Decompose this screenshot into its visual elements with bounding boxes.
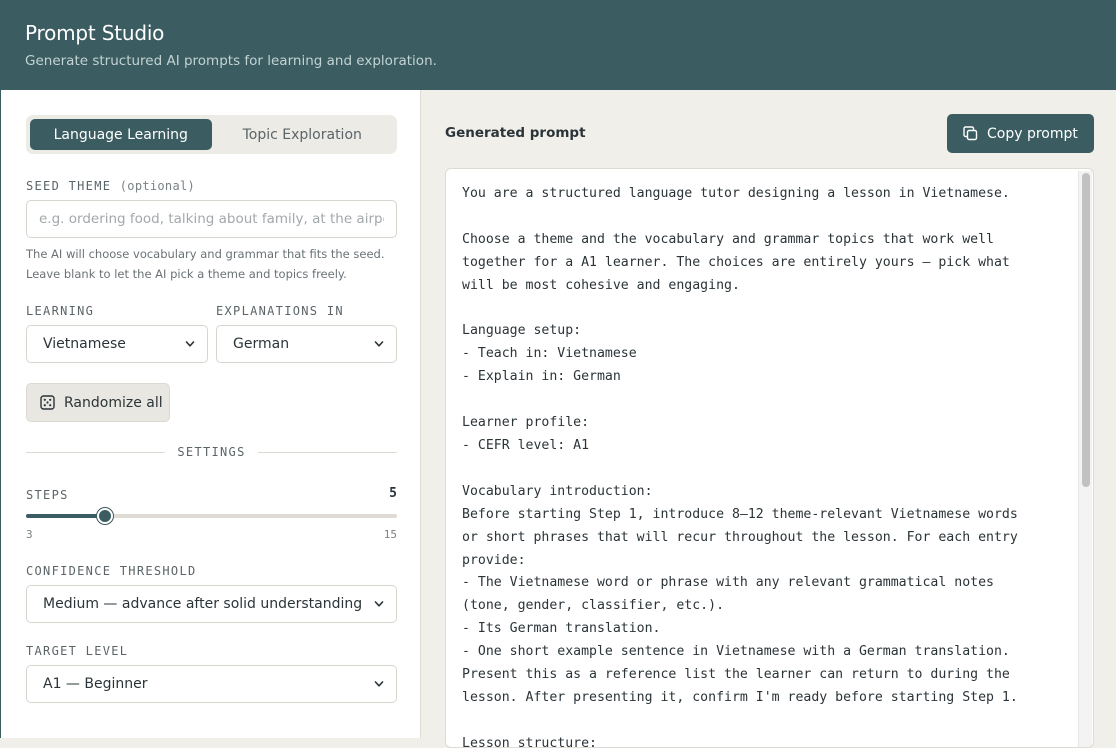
explanations-select-value: German: [233, 336, 290, 352]
steps-label: STEPS: [26, 488, 69, 502]
mode-tabs: Language Learning Topic Exploration: [26, 115, 397, 154]
steps-slider[interactable]: [26, 506, 397, 526]
settings-divider: SETTINGS: [26, 445, 397, 459]
prompt-line: [462, 710, 1062, 733]
steps-value: 5: [389, 486, 397, 501]
seed-theme-label-text: SEED THEME: [26, 179, 112, 193]
explanations-select[interactable]: German: [216, 325, 397, 363]
prompt-line: Lesson structure:: [462, 735, 597, 748]
prompt-line: will be most cohesive and engaging.: [462, 277, 740, 293]
prompt-line: provide:: [462, 552, 526, 568]
prompt-line: Language setup:: [462, 323, 582, 339]
steps-min: 3: [26, 528, 33, 541]
prompt-line: [462, 298, 1062, 321]
prompt-line: together for a A1 learner. The choices a…: [462, 254, 1010, 270]
seed-help-line-2: Leave blank to let the AI pick a theme a…: [26, 267, 347, 281]
tab-language-learning[interactable]: Language Learning: [30, 119, 212, 150]
prompt-output-box[interactable]: You are a structured language tutor desi…: [445, 168, 1094, 748]
dice-icon: [40, 395, 55, 410]
prompt-line: Learner profile:: [462, 415, 590, 431]
output-panel: Generated prompt Copy prompt You are a s…: [421, 90, 1116, 748]
target-level-select[interactable]: A1 — Beginner: [26, 665, 397, 703]
copy-icon: [963, 126, 978, 141]
tab-topic-exploration[interactable]: Topic Exploration: [212, 119, 394, 150]
seed-theme-input[interactable]: [26, 200, 397, 238]
prompt-line: Present this as a reference list the lea…: [462, 667, 1010, 683]
prompt-line: - CEFR level: A1: [462, 437, 590, 453]
app-subtitle: Generate structured AI prompts for learn…: [25, 53, 437, 69]
copy-prompt-label: Copy prompt: [987, 125, 1078, 142]
chevron-down-icon: [374, 341, 384, 347]
explanations-label: EXPLANATIONS IN: [216, 304, 344, 318]
prompt-line: - Its German translation.: [462, 621, 661, 637]
prompt-line: [462, 206, 1062, 229]
chevron-down-icon: [374, 601, 384, 607]
generated-prompt-label: Generated prompt: [445, 125, 586, 141]
prompt-scrollbar[interactable]: [1078, 171, 1092, 747]
seed-theme-help: The AI will choose vocabulary and gramma…: [26, 244, 406, 284]
randomize-all-button[interactable]: Randomize all: [26, 383, 170, 422]
target-level-label: TARGET LEVEL: [26, 644, 129, 658]
settings-heading: SETTINGS: [177, 445, 246, 459]
learning-select-value: Vietnamese: [43, 336, 126, 352]
prompt-line: lesson. After presenting it, confirm I'm…: [462, 689, 1018, 705]
prompt-line: or short phrases that will recur through…: [462, 529, 1018, 545]
prompt-line: Before starting Step 1, introduce 8–12 t…: [462, 506, 1018, 522]
prompt-line: Vocabulary introduction:: [462, 483, 653, 499]
prompt-text: You are a structured language tutor desi…: [462, 183, 1062, 748]
randomize-all-label: Randomize all: [64, 394, 163, 411]
seed-help-line-1: The AI will choose vocabulary and gramma…: [26, 247, 385, 261]
learning-label: LEARNING: [26, 304, 95, 318]
app-header: Prompt Studio Generate structured AI pro…: [0, 0, 1116, 90]
slider-fill: [26, 514, 105, 518]
settings-panel: Language Learning Topic Exploration SEED…: [0, 90, 421, 738]
target-level-select-value: A1 — Beginner: [43, 676, 148, 692]
prompt-line: [462, 389, 1062, 412]
confidence-select-value: Medium — advance after solid understandi…: [43, 596, 363, 612]
prompt-line: - Explain in: German: [462, 369, 621, 385]
prompt-line: (tone, gender, classifier, etc.).: [462, 598, 725, 614]
prompt-line: You are a structured language tutor desi…: [462, 186, 1010, 201]
seed-theme-label: SEED THEME (optional): [26, 179, 195, 193]
app-title: Prompt Studio: [25, 21, 165, 45]
seed-theme-optional: (optional): [119, 179, 196, 193]
scrollbar-thumb[interactable]: [1082, 173, 1090, 487]
copy-prompt-button[interactable]: Copy prompt: [947, 114, 1094, 153]
prompt-line: - The Vietnamese word or phrase with any…: [462, 575, 994, 591]
prompt-line: Choose a theme and the vocabulary and gr…: [462, 231, 994, 247]
confidence-select[interactable]: Medium — advance after solid understandi…: [26, 585, 397, 623]
prompt-line: [462, 458, 1062, 481]
steps-max: 15: [383, 528, 397, 541]
learning-select[interactable]: Vietnamese: [26, 325, 208, 363]
chevron-down-icon: [185, 341, 195, 347]
prompt-line: - One short example sentence in Vietname…: [462, 644, 1010, 660]
slider-thumb[interactable]: [96, 508, 113, 524]
confidence-label: CONFIDENCE THRESHOLD: [26, 564, 197, 578]
chevron-down-icon: [374, 681, 384, 687]
prompt-line: - Teach in: Vietnamese: [462, 346, 637, 362]
